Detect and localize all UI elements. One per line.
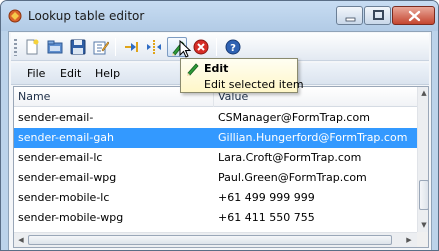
delete-icon (193, 39, 209, 55)
table-row[interactable]: sender-mobile-lc +61 499 999 999 (14, 188, 417, 208)
mouse-cursor-icon (179, 40, 191, 58)
open-icon (47, 40, 63, 54)
scroll-down-arrow-icon[interactable]: ▼ (418, 219, 428, 231)
scrollbar-corner (417, 232, 428, 247)
row-name: sender-mobile-lc (18, 191, 110, 204)
save-icon (70, 39, 86, 55)
delete-button[interactable] (191, 37, 211, 57)
row-value: Gillian.Hungerford@FormTrap.com (218, 131, 408, 144)
insert-row-icon (125, 42, 138, 52)
horizontal-scrollbar[interactable]: ◀ ▶ (14, 232, 417, 247)
properties-button[interactable] (91, 37, 111, 57)
row-value: +61 499 999 999 (218, 191, 315, 204)
row-name: sender-email-wpg (18, 171, 117, 184)
app-icon (8, 9, 22, 23)
row-name: sender-email-lc (18, 151, 103, 164)
tooltip-description: Edit selected item (204, 78, 304, 91)
tooltip: Edit Edit selected item (180, 58, 304, 93)
scroll-right-arrow-icon[interactable]: ▶ (403, 234, 415, 246)
scroll-up-arrow-icon[interactable]: ▲ (418, 87, 428, 99)
edit-icon (187, 63, 199, 76)
help-button[interactable]: ? (223, 37, 243, 57)
insert-column-icon (147, 40, 161, 54)
save-button[interactable] (68, 37, 88, 57)
table-row[interactable]: sender-email- CSManager@FormTrap.com (14, 108, 417, 128)
minimize-icon (345, 17, 356, 22)
row-value: CSManager@FormTrap.com (218, 111, 370, 124)
menu-edit[interactable]: Edit (60, 67, 81, 80)
title-bar[interactable]: Lookup table editor (1, 1, 438, 31)
insert-column-button[interactable] (144, 37, 164, 57)
table-row[interactable]: sender-email-wpg Paul.Green@FormTrap.com (14, 168, 417, 188)
minimize-button[interactable] (336, 6, 363, 25)
row-value: +61 411 550 755 (218, 211, 315, 224)
table-row[interactable]: sender-mobile-wpg +61 411 550 755 (14, 208, 417, 228)
tooltip-title: Edit (204, 62, 229, 75)
menu-file[interactable]: File (27, 67, 45, 80)
toolbar-grip[interactable] (14, 39, 17, 56)
close-icon (408, 10, 421, 22)
window-title: Lookup table editor (28, 9, 145, 23)
close-button[interactable] (392, 6, 435, 25)
row-name: sender-mobile-wpg (18, 211, 124, 224)
vertical-scrollbar[interactable]: ▲ ▼ (417, 87, 428, 232)
scroll-left-arrow-icon[interactable]: ◀ (15, 234, 27, 246)
row-name: sender-email-gah (18, 131, 115, 144)
lookup-table-editor-window: Lookup table editor ? File Edit Help Nam… (0, 0, 439, 251)
column-header-name[interactable]: Name (18, 90, 50, 103)
insert-row-button[interactable] (121, 37, 141, 57)
row-name: sender-email- (18, 111, 94, 124)
table-row-selected[interactable]: sender-email-gah Gillian.Hungerford@Form… (14, 128, 417, 148)
new-button[interactable] (22, 37, 42, 57)
svg-text:?: ? (230, 43, 236, 54)
row-value: Lara.Croft@FormTrap.com (218, 151, 362, 164)
help-icon: ? (225, 39, 241, 55)
properties-icon (93, 41, 109, 55)
toolbar-separator (115, 38, 116, 56)
table-row[interactable]: sender-email-lc Lara.Croft@FormTrap.com (14, 148, 417, 168)
toolbar: ? (11, 33, 429, 61)
row-value: Paul.Green@FormTrap.com (218, 171, 367, 184)
lookup-list: Name Value sender-email- CSManager@FormT… (13, 86, 429, 248)
new-icon (26, 39, 39, 55)
vertical-scroll-thumb[interactable] (419, 180, 428, 210)
open-button[interactable] (45, 37, 65, 57)
toolbar-separator (216, 38, 217, 56)
horizontal-scroll-thumb[interactable] (28, 235, 392, 245)
maximize-icon (373, 10, 384, 20)
maximize-button[interactable] (364, 6, 391, 25)
menu-help[interactable]: Help (95, 67, 120, 80)
